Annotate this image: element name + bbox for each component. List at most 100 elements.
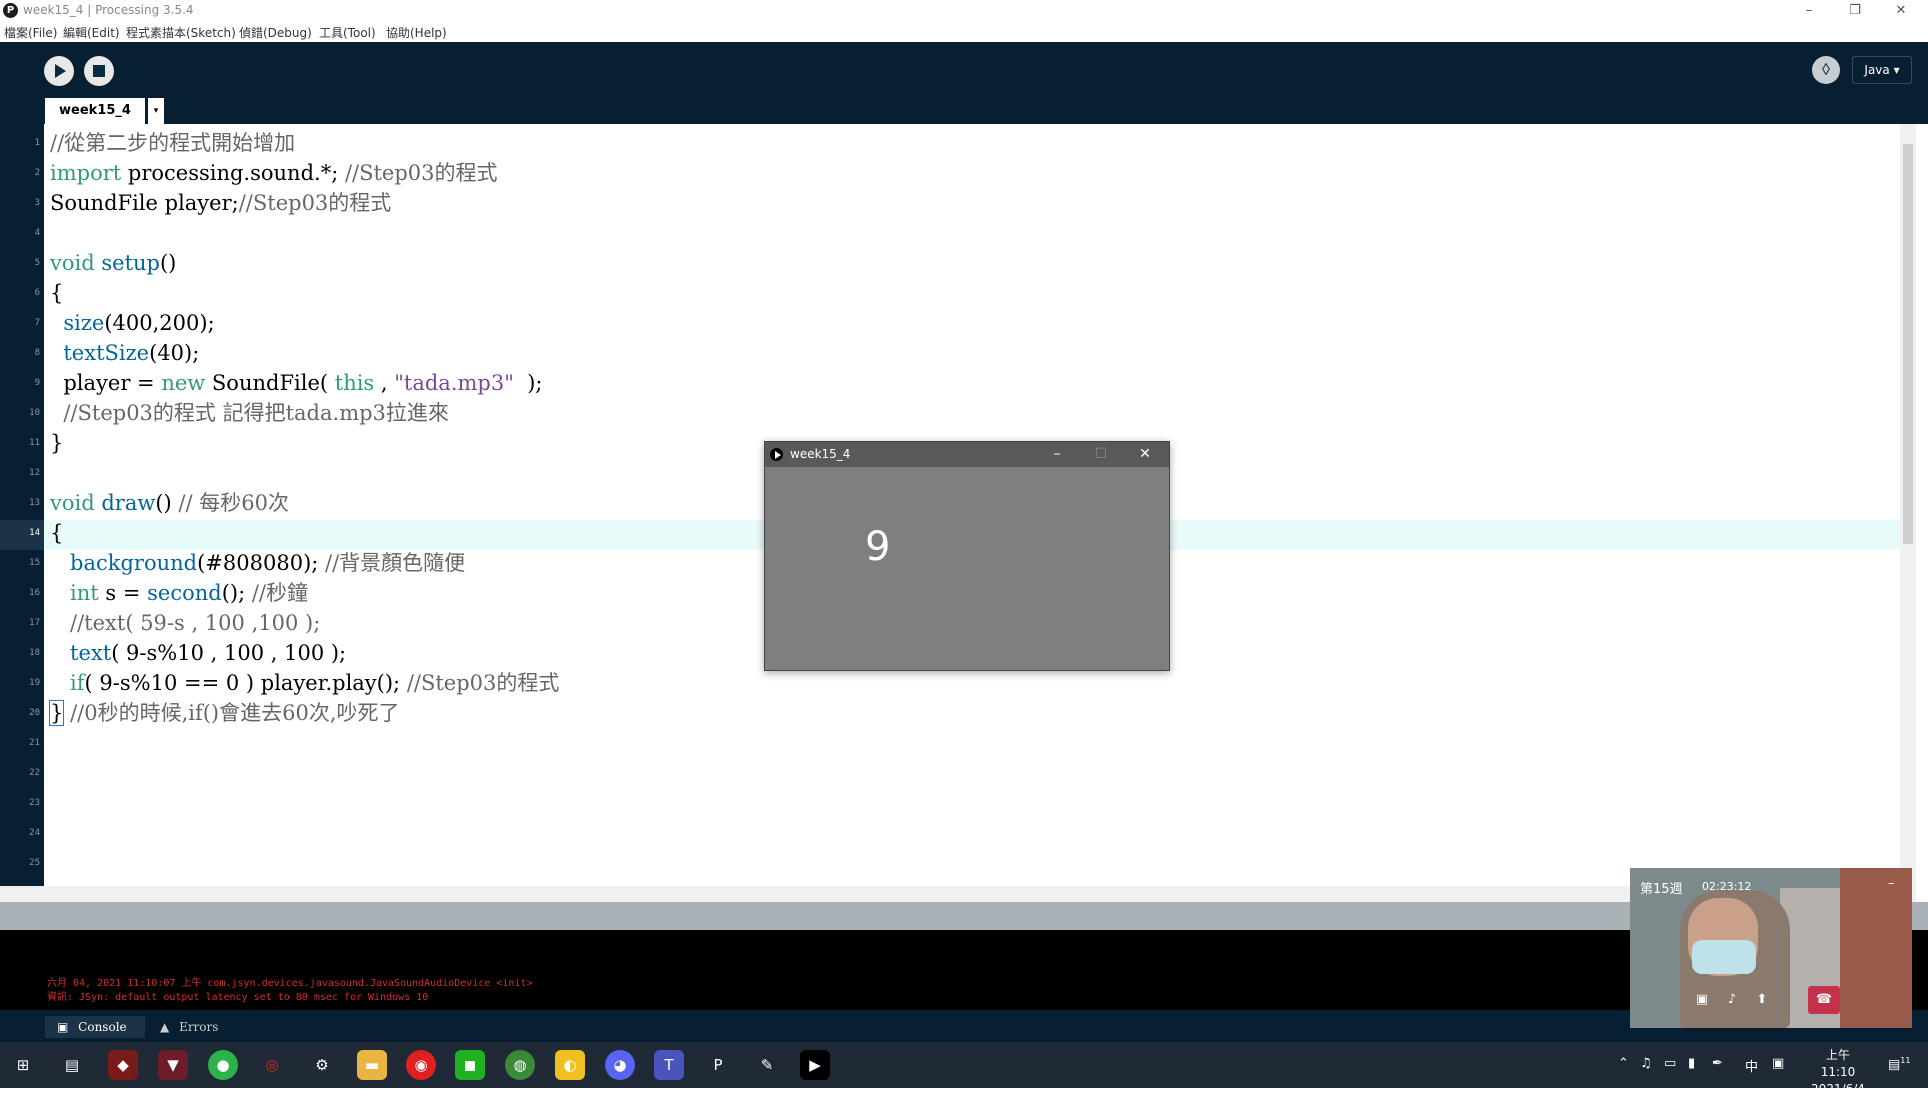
code-line-19: if( 9-s%10 == 0 ) player.play(); //Step0… (70, 671, 560, 695)
ime-mode-icon[interactable]: ▣ (1772, 1056, 1784, 1071)
steam-icon[interactable]: ⚙ (307, 1050, 337, 1080)
taskbar-app-icon[interactable]: ◎ (257, 1050, 287, 1080)
line-number: 8 (34, 348, 40, 358)
menu-sketch[interactable]: 程式素描本(Sketch) (126, 24, 236, 41)
paint-icon[interactable]: ✎ (752, 1050, 782, 1080)
toolbar: ꕺ Java ▾ (0, 42, 1928, 98)
code-line-3: SoundFile player;//Step03的程式 (50, 191, 392, 215)
line-number: 10 (29, 408, 40, 418)
pen-icon[interactable]: ✒ (1712, 1056, 1723, 1071)
editor-horizontal-scrollbar[interactable] (0, 886, 1900, 902)
line-number: 5 (34, 258, 40, 268)
menu-debug[interactable]: 偵錯(Debug) (239, 24, 312, 41)
sketch-titlebar[interactable]: week15_4 – ☐ ✕ (765, 442, 1169, 467)
code-line-10: //Step03的程式 記得把tada.mp3拉進來 (50, 401, 449, 425)
editor-vertical-scrollbar[interactable] (1900, 124, 1916, 902)
line-number: 25 (29, 858, 40, 868)
scrollbar-thumb[interactable] (1903, 144, 1913, 544)
code-line-13: void draw() // 每秒60次 (50, 491, 289, 515)
windows-taskbar: ⊞ ▤ ◆ ▼ ● ◎ ⚙ ▬ ◉ ◼ ◍ ◐ ◕ T P ✎ ▶ ⌃ ♫ ▭ … (0, 1042, 1928, 1096)
sketch-window[interactable]: week15_4 – ☐ ✕ 9 (764, 441, 1170, 671)
tab-menu-button[interactable]: ▾ (148, 98, 164, 124)
teams-icon[interactable]: T (654, 1050, 684, 1080)
chrome-icon[interactable]: ◍ (505, 1050, 535, 1080)
stop-icon (93, 65, 105, 77)
line-number: 20 (29, 708, 40, 718)
tab-console[interactable]: ▣ Console (45, 1016, 145, 1038)
line-number: 11 (29, 438, 40, 448)
minimize-button[interactable]: – (1786, 0, 1832, 22)
line-number: 9 (34, 378, 40, 388)
mode-selector[interactable]: Java ▾ (1852, 56, 1912, 84)
code-line-9: player = new SoundFile( this , "tada.mp3… (50, 371, 543, 395)
taskbar-clock[interactable]: 上午 11:10 2021/6/4 (1808, 1047, 1868, 1098)
taskbar-app-icon[interactable]: ● (208, 1050, 238, 1080)
warning-icon: ▲ (160, 1020, 170, 1034)
taskbar-app-icon[interactable]: ◐ (555, 1050, 585, 1080)
code-line-17: //text( 59-s , 100 ,100 ); (50, 611, 321, 635)
code-line-20: } //0秒的時候,if()會進去60次,吵死了 (48, 700, 400, 726)
share-screen-icon[interactable]: ⬆ (1748, 986, 1776, 1014)
network-icon[interactable]: ▭ (1664, 1056, 1676, 1071)
code-line-2: import processing.sound.*; //Step03的程式 (50, 161, 498, 185)
sketch-taskbar-icon[interactable]: ▶ (800, 1050, 830, 1080)
line-number: 15 (29, 558, 40, 568)
run-button[interactable] (44, 56, 74, 86)
camera-off-icon[interactable]: ▣ (1688, 986, 1716, 1014)
video-minimize-button[interactable]: – (1888, 876, 1895, 891)
code-line-6: { (50, 281, 64, 305)
line-number: 23 (29, 798, 40, 808)
tab-row: week15_4 ▾ (0, 98, 1928, 124)
ime-language[interactable]: 中 (1745, 1056, 1758, 1075)
line-icon[interactable]: ◼ (455, 1050, 485, 1080)
code-line-1: //從第二步的程式開始增加 (50, 131, 296, 155)
taskbar-app-icon[interactable]: ◆ (108, 1050, 138, 1080)
battery-icon[interactable]: ▮ (1688, 1056, 1695, 1071)
code-line-16: int s = second(); //秒鐘 (70, 581, 308, 605)
participant-mask (1692, 940, 1756, 974)
discord-icon[interactable]: ◕ (605, 1050, 635, 1080)
windows-start-icon[interactable]: ⊞ (8, 1050, 38, 1080)
taskbar-app-icon[interactable]: ▼ (158, 1050, 188, 1080)
line-number: 4 (34, 228, 40, 238)
maximize-button[interactable]: ❐ (1832, 0, 1878, 22)
video-call-overlay[interactable]: 第15週 02:23:12 – ▣ ♪ ⬆ ☎ (1630, 868, 1912, 1028)
hang-up-button[interactable]: ☎ (1808, 986, 1840, 1014)
tab-week15_4[interactable]: week15_4 (45, 98, 145, 124)
notification-center-icon[interactable]: ▤11 (1888, 1056, 1910, 1072)
show-hidden-icons[interactable]: ⌃ (1618, 1056, 1629, 1071)
debugger-button[interactable]: ꕺ (1812, 56, 1840, 84)
menu-file[interactable]: 檔案(File) (4, 24, 57, 41)
meeting-title: 第15週 (1640, 882, 1683, 897)
notification-count: 11 (1900, 1056, 1911, 1065)
close-button[interactable]: ✕ (1878, 0, 1924, 22)
menu-edit[interactable]: 編輯(Edit) (63, 24, 120, 41)
play-icon (55, 64, 66, 78)
code-line-5: void setup() (50, 251, 177, 275)
processing-app-icon: P (3, 3, 18, 18)
countdown-number: 9 (865, 524, 891, 570)
task-view-icon[interactable]: ▤ (57, 1050, 87, 1080)
code-line-8: textSize(40); (63, 341, 200, 365)
line-number: 17 (29, 618, 40, 628)
processing-taskbar-icon[interactable]: P (703, 1050, 733, 1080)
tab-errors[interactable]: ▲ Errors (160, 1016, 250, 1038)
sketch-maximize-button: ☐ (1094, 446, 1108, 462)
menu-help[interactable]: 協助(Help) (386, 24, 447, 41)
sketch-minimize-button[interactable]: – (1035, 442, 1079, 467)
volume-icon[interactable]: ♫ (1640, 1056, 1652, 1071)
console-line: 六月 04, 2021 11:10:07 上午 com.jsyn.devices… (47, 978, 533, 989)
code-line-14: { (50, 521, 64, 545)
menu-tool[interactable]: 工具(Tool) (319, 24, 376, 41)
taskbar-app-icon[interactable]: ◉ (406, 1050, 436, 1080)
sketch-close-button[interactable]: ✕ (1123, 442, 1167, 467)
code-line-11: } (50, 431, 64, 455)
line-number: 16 (29, 588, 40, 598)
menu-bar: 檔案(File) 編輯(Edit) 程式素描本(Sketch) 偵錯(Debug… (0, 22, 1928, 42)
file-explorer-icon[interactable]: ▬ (357, 1050, 387, 1080)
line-number: 18 (29, 648, 40, 658)
code-line-15: background(#808080); //背景顏色隨便 (70, 551, 466, 575)
console-icon: ▣ (57, 1020, 69, 1034)
mic-off-icon[interactable]: ♪ (1718, 986, 1746, 1014)
stop-button[interactable] (84, 56, 114, 86)
